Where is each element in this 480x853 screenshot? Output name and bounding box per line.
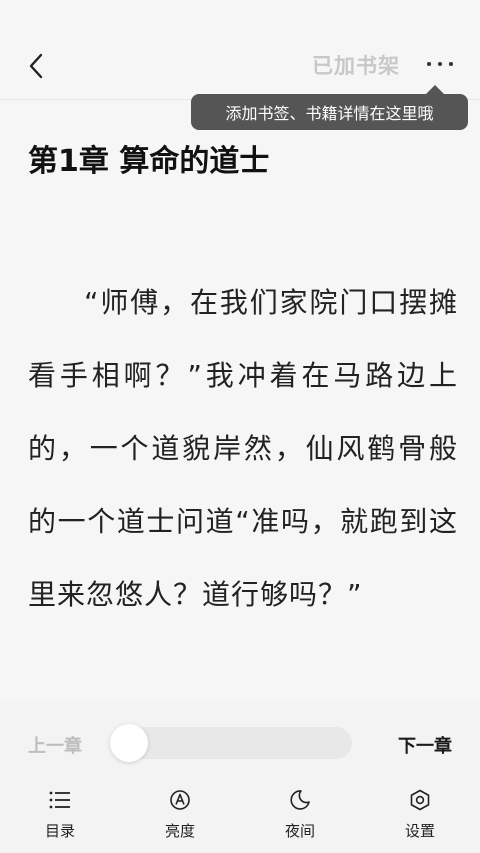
- bottom-panel: 上一章 下一章 目录 亮度 夜间 设置: [0, 700, 480, 853]
- moon-icon: [288, 788, 312, 812]
- chapter-title: 第1章 算命的道士: [28, 144, 270, 179]
- brightness-icon: [168, 788, 192, 812]
- chapter-progress-slider[interactable]: [110, 724, 352, 762]
- menu-label-brightness: 亮度: [164, 822, 195, 840]
- chevron-left-icon: [29, 53, 43, 79]
- menu-item-catalog[interactable]: 目录: [20, 788, 100, 848]
- menu-item-settings[interactable]: 设置: [380, 788, 460, 848]
- menu-label-catalog: 目录: [44, 822, 75, 840]
- back-button[interactable]: [16, 46, 56, 86]
- slider-thumb[interactable]: [110, 724, 148, 762]
- list-icon: [48, 788, 72, 812]
- more-dots-icon: [427, 62, 453, 66]
- chapter-body: “师傅，在我们家院门口摆摊看手相啊？”我冲着在马路边上的，一个道貌岸然，仙风鹤骨…: [28, 286, 458, 611]
- bookmark-tooltip[interactable]: 添加书签、书籍详情在这里哦: [191, 85, 468, 130]
- shelf-status-label: 已加书架: [312, 54, 400, 78]
- prev-chapter-button[interactable]: 上一章: [28, 732, 82, 758]
- reader-page: 已加书架 添加书签、书籍详情在这里哦 第1章 算命的道士 “师傅，在我们家院门口…: [0, 0, 480, 853]
- more-button[interactable]: [420, 48, 460, 80]
- top-bar: 已加书架: [0, 0, 480, 100]
- settings-icon: [408, 788, 432, 812]
- next-chapter-button[interactable]: 下一章: [398, 732, 452, 758]
- menu-label-settings: 设置: [404, 822, 435, 840]
- menu-item-brightness[interactable]: 亮度: [140, 788, 220, 848]
- menu-item-night[interactable]: 夜间: [260, 788, 340, 848]
- bottom-menu: 目录 亮度 夜间 设置: [0, 788, 480, 848]
- tooltip-text: 添加书签、书籍详情在这里哦: [225, 104, 434, 123]
- menu-label-night: 夜间: [284, 822, 315, 840]
